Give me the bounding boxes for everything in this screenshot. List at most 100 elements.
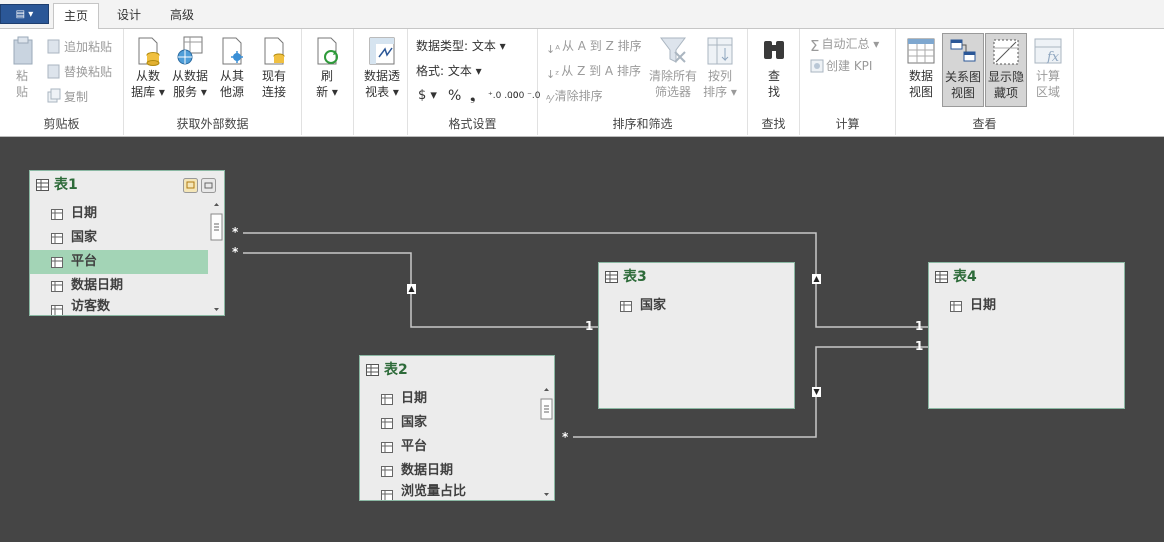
from-data-service-label: 从数据 服务 ▾ [171, 69, 208, 99]
field-row[interactable]: 数据日期 [360, 459, 538, 483]
table-title[interactable]: 表3 [599, 263, 794, 291]
scrollbar-track [210, 203, 223, 311]
file-menu-button[interactable]: ▤ ▾ [0, 4, 49, 24]
refresh-button[interactable]: 刷 新 ▾ [312, 35, 342, 100]
show-hidden-button[interactable]: 显示隐 藏项 [985, 33, 1027, 107]
replace-paste-button[interactable]: 替换粘贴 [46, 63, 112, 80]
table-card-t3[interactable]: 表3 国家 [598, 262, 795, 409]
table-name: 表4 [953, 269, 977, 285]
sort-z-to-a-label: 从 Z 到 A 排序 [561, 64, 641, 78]
field-name: 国家 [401, 415, 428, 430]
arrow-up-icon [812, 274, 821, 284]
relation-line-t1-t4[interactable] [243, 232, 928, 328]
tab-advanced[interactable]: 高级 [160, 3, 204, 29]
tab-design[interactable]: 设计 [107, 3, 151, 29]
field-name: 日期 [71, 206, 98, 221]
diagram-canvas[interactable]: * * 1 1 1 * 表1 日期 国家 平台 数据日期 访客数 表2 日期 国… [0, 137, 1164, 542]
relation-line-t1-t3[interactable] [243, 252, 598, 328]
table-icon [366, 364, 379, 376]
data-view-label: 数据 视图 [908, 69, 933, 99]
column-icon [381, 442, 393, 453]
clear-filter-icon [660, 37, 686, 63]
field-row[interactable]: 国家 [599, 294, 789, 318]
scrollbar[interactable] [210, 200, 223, 315]
table-name: 表3 [623, 269, 647, 285]
calc-area-label: 计算 区域 [1035, 69, 1060, 99]
field-row[interactable]: 日期 [929, 294, 1119, 318]
field-name: 平台 [71, 254, 98, 269]
clear-sort-icon: ᴬ⁄ [546, 93, 553, 106]
format-dropdown[interactable]: 格式: 文本 ▾ [416, 63, 482, 79]
create-kpi-button[interactable]: 创建 KPI [810, 58, 872, 74]
sort-z-to-a-button[interactable]: ↓ᶻ 从 Z 到 A 排序 [546, 63, 641, 83]
autosum-label: 自动汇总 ▾ [821, 37, 880, 51]
table-icon [36, 179, 49, 191]
append-paste-icon [47, 39, 60, 54]
field-row[interactable]: 日期 [30, 202, 208, 226]
field-row[interactable]: 浏览量占比 [360, 483, 538, 500]
autosum-button[interactable]: Σ 自动汇总 ▾ [810, 36, 879, 54]
existing-connections-button[interactable]: 现有 连接 [256, 35, 292, 100]
existing-connections-icon [264, 37, 285, 65]
table-card-t1[interactable]: 表1 日期 国家 平台 数据日期 访客数 [29, 170, 225, 316]
collapse-icon[interactable] [201, 178, 216, 193]
field-row[interactable]: 平台 [360, 435, 538, 459]
data-service-icon [177, 36, 203, 65]
decrease-decimal-button[interactable]: .00 ⁻.0 [510, 91, 541, 101]
field-row[interactable]: 国家 [30, 226, 208, 250]
table-name: 表2 [384, 362, 408, 378]
sort-by-column-button[interactable]: 按列 排序 ▾ [702, 35, 738, 100]
clear-sort-label: 清除排序 [554, 89, 603, 103]
maximize-icon[interactable] [183, 178, 198, 193]
comma-button[interactable]: ❟ [470, 88, 476, 104]
data-type-dropdown[interactable]: 数据类型: 文本 ▾ [416, 38, 506, 54]
field-row[interactable]: 日期 [360, 387, 538, 411]
paste-button[interactable]: 粘 贴 [8, 35, 36, 100]
pivot-table-label: 数据透 视表 ▾ [363, 69, 400, 99]
diagram-view-button[interactable]: 关系图 视图 [942, 33, 984, 107]
column-icon [51, 305, 63, 315]
increase-decimal-button[interactable]: ⁺.0 .00 [488, 91, 519, 101]
field-row[interactable]: 访客数 [30, 298, 208, 315]
clear-sort-button[interactable]: ᴬ⁄ 清除排序 [546, 88, 603, 108]
scrollbar-track [540, 388, 553, 496]
from-data-service-button[interactable]: 从数据 服务 ▾ [169, 35, 211, 100]
refresh-icon [317, 37, 338, 65]
copy-icon [47, 88, 61, 103]
clipboard-group-label: 剪贴板 [43, 117, 80, 131]
clear-all-filters-button[interactable]: 清除所有 筛选器 [648, 35, 698, 100]
sort-a-z-icon: ↓ᴬ [546, 43, 560, 56]
append-paste-button[interactable]: 追加粘贴 [46, 38, 112, 55]
field-name: 访客数 [71, 299, 111, 314]
relation-card-many: * [562, 430, 569, 444]
table-card-t2[interactable]: 表2 日期 国家 平台 数据日期 浏览量占比 [359, 355, 555, 501]
table-title[interactable]: 表4 [929, 263, 1124, 291]
table-title[interactable]: 表2 [360, 356, 554, 384]
from-other-sources-button[interactable]: 从其 他源 [214, 35, 250, 100]
data-view-button[interactable]: 数据 视图 [902, 35, 940, 100]
field-name: 平台 [401, 439, 428, 454]
column-icon [51, 233, 63, 244]
currency-button[interactable]: $ ▾ [418, 88, 437, 104]
tab-home[interactable]: 主页 [53, 3, 100, 29]
field-row-selected[interactable]: 平台 [30, 250, 208, 274]
sort-a-to-z-button[interactable]: ↓ᴬ 从 A 到 Z 排序 [546, 38, 642, 58]
arrow-up-icon [407, 284, 416, 294]
tab-bar: ▤ ▾ 主页 设计 高级 [0, 0, 1164, 29]
scrollbar[interactable] [540, 385, 553, 500]
find-button[interactable]: 查 找 [759, 35, 789, 100]
pivot-table-button[interactable]: 数据透 视表 ▾ [360, 35, 404, 100]
table-card-t4[interactable]: 表4 日期 [928, 262, 1125, 409]
database-icon [138, 37, 160, 66]
calc-area-button[interactable]: fx 计算 区域 [1030, 35, 1066, 100]
copy-button[interactable]: 复制 [46, 88, 88, 105]
column-icon [381, 466, 393, 477]
calc-area-icon: fx [1034, 38, 1062, 65]
column-icon [51, 209, 63, 220]
field-row[interactable]: 数据日期 [30, 274, 208, 298]
field-row[interactable]: 国家 [360, 411, 538, 435]
refresh-group: 刷 新 ▾ [302, 29, 354, 135]
percent-button[interactable]: % [448, 88, 461, 104]
column-icon [381, 394, 393, 405]
from-database-button[interactable]: 从数 据库 ▾ [130, 35, 166, 100]
